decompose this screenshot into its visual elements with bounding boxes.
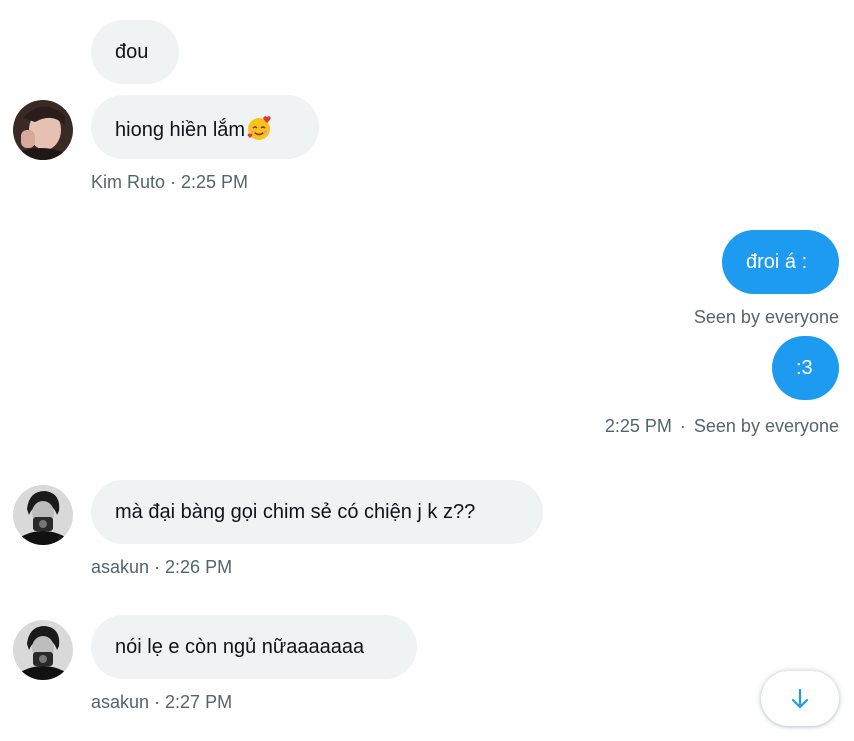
message-meta: 2:25 PM · Seen by everyone — [605, 415, 839, 437]
message-bubble[interactable]: đou — [91, 20, 179, 84]
message-bubble[interactable]: đroi á : — [722, 230, 839, 294]
message-text: đou — [115, 41, 149, 63]
message-bubble[interactable]: nói lẹ e còn ngủ nữaaaaaaa — [91, 615, 417, 679]
arrow-down-icon — [788, 687, 812, 711]
message-meta: Kim Ruto · 2:25 PM — [91, 172, 249, 192]
message-bubble[interactable]: mà đại bàng gọi chim sẻ có chiện j k z?? — [91, 480, 543, 544]
avatar[interactable] — [13, 100, 73, 160]
message-text: hiong hiền lắm — [115, 119, 246, 141]
message-text: nói lẹ e còn ngủ nữaaaaaaa — [115, 636, 365, 658]
seen-status: Seen by everyone — [693, 416, 839, 436]
smiling-face-with-hearts-icon — [246, 115, 272, 141]
message-bubble[interactable]: :3 — [772, 336, 839, 400]
avatar[interactable] — [13, 620, 73, 680]
message-bubble[interactable]: hiong hiền lắm — [91, 95, 319, 159]
seen-status: Seen by everyone — [693, 307, 839, 327]
scroll-to-bottom-button[interactable] — [761, 671, 839, 726]
meta-separator: · — [679, 416, 686, 436]
message-text: :3 — [796, 357, 813, 379]
avatar[interactable] — [13, 485, 73, 545]
message-time: 2:25 PM — [604, 416, 672, 436]
message-text: mà đại bàng gọi chim sẻ có chiện j k z?? — [115, 501, 476, 523]
message-text: đroi á : — [746, 251, 808, 273]
message-meta: asakun · 2:26 PM — [91, 557, 233, 577]
message-meta: asakun · 2:27 PM — [91, 692, 233, 712]
